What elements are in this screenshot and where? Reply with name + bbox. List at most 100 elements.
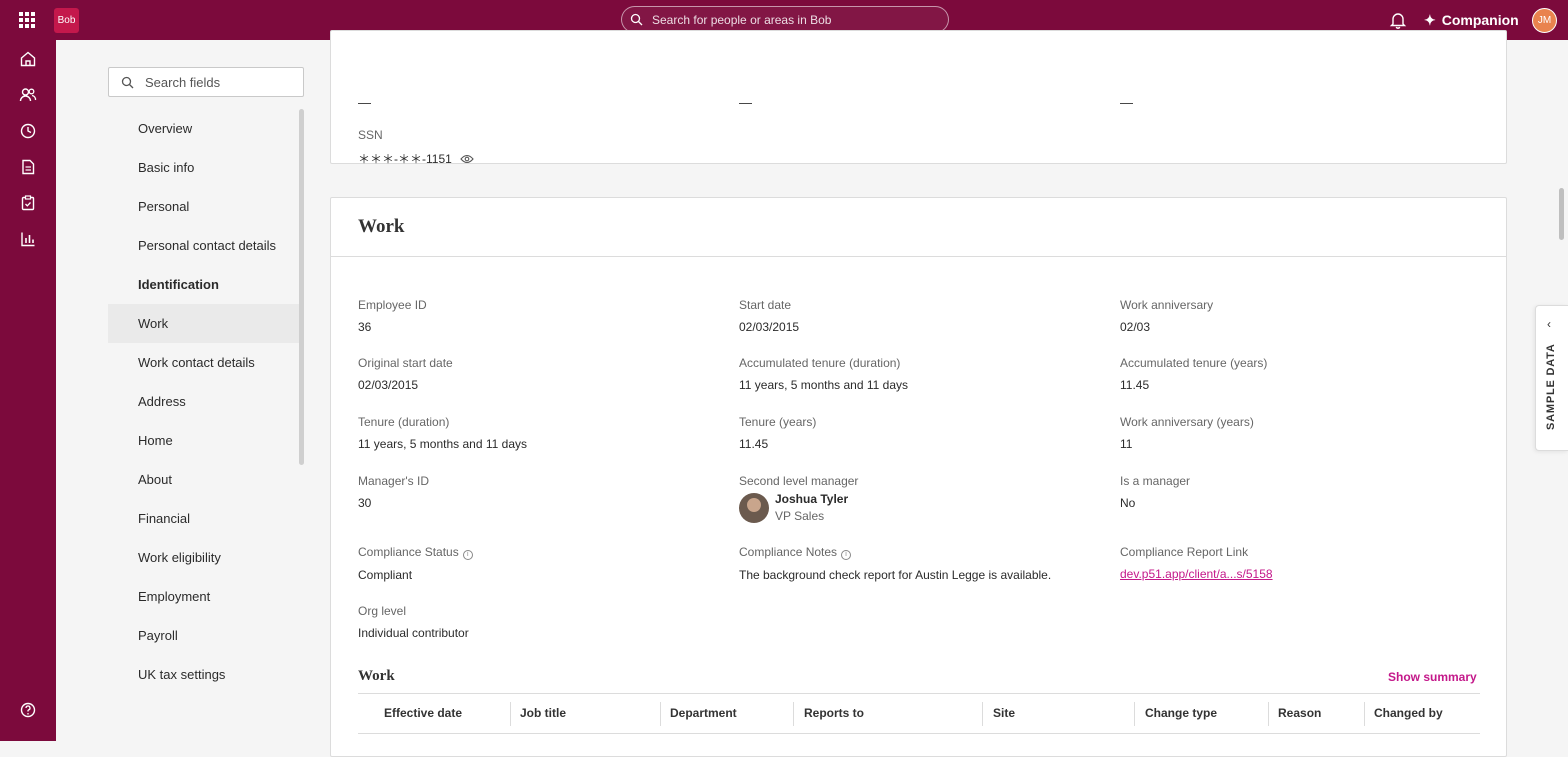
field-label: Work anniversary [1120,298,1214,312]
column-header-site[interactable]: Site [993,706,1015,720]
notifications-bell-icon[interactable] [1389,11,1407,29]
fields-nav-item-financial[interactable]: Financial [108,499,300,538]
fields-nav-item-employment[interactable]: Employment [108,577,300,616]
column-divider [793,702,794,726]
column-header-reason[interactable]: Reason [1278,706,1321,720]
sample-data-label: SAMPLE DATA [1545,343,1557,430]
tenure-years-field: Tenure (years) 11.45 [739,415,816,451]
fields-nav-item-work-contact-details[interactable]: Work contact details [108,343,300,382]
sparkle-icon: ✦ [1424,12,1436,28]
fields-nav-scrollbar[interactable] [299,109,304,465]
fields-nav-item-personal-contact-details[interactable]: Personal contact details [108,226,300,265]
field-value: 36 [358,320,372,334]
fields-nav-item-work-eligibility[interactable]: Work eligibility [108,538,300,577]
compliance-status-field: Compliance Status i Compliant [358,545,473,582]
field-label: Is a manager [1120,474,1191,488]
start-date-field: Start date 02/03/2015 [739,298,799,334]
column-header-reports-to[interactable]: Reports to [804,706,864,720]
search-icon [121,76,134,89]
fields-nav-item-about[interactable]: About [108,460,300,499]
field-value: 11.45 [739,437,769,451]
compliance-report-link[interactable]: dev.p51.app/client/a...s/5158 [1120,567,1273,581]
employee-id-field: Employee ID 36 [358,298,427,334]
tasks-icon[interactable] [19,194,37,212]
info-icon[interactable]: i [841,550,852,560]
people-icon[interactable] [19,86,37,104]
accumulated-tenure-years-field: Accumulated tenure (years) 11.45 [1120,356,1267,392]
tenure-duration-field: Tenure (duration) 11 years, 5 months and… [358,415,527,451]
page-scrollbar[interactable] [1559,188,1564,240]
original-start-date-field: Original start date 02/03/2015 [358,356,453,392]
column-header-changed-by[interactable]: Changed by [1374,706,1443,720]
fields-nav-item-home[interactable]: Home [108,421,300,460]
fields-nav-item-overview[interactable]: Overview [108,109,300,148]
column-divider [1134,702,1135,726]
field-label: Original start date [358,356,453,370]
column-header-department[interactable]: Department [670,706,737,720]
main-content: Search fields Overview Basic info Personal… [56,30,1568,757]
global-search-input[interactable]: Search for people or areas in Bob [621,6,949,33]
column-header-change-type[interactable]: Change type [1145,706,1217,720]
column-header-job-title[interactable]: Job title [520,706,566,720]
work-section-title: Work [358,216,405,237]
apps-grid-icon[interactable] [19,12,35,28]
field-value: Compliant [358,568,413,582]
field-label: Tenure (years) [739,415,817,429]
field-value: 11 years, 5 months and 11 days [739,378,908,392]
info-icon[interactable]: i [462,550,473,560]
column-divider [660,702,661,726]
field-value: 30 [358,496,372,510]
field-label: Employee ID [358,298,427,312]
documents-icon[interactable] [19,158,37,176]
chevron-left-icon: ‹ [1547,317,1551,331]
fields-nav-item-basic-info[interactable]: Basic info [108,148,300,187]
user-avatar[interactable]: JM [1532,8,1557,33]
fields-nav-item-personal[interactable]: Personal [108,187,300,226]
fields-nav-item-address[interactable]: Address [108,382,300,421]
companion-label: Companion [1441,12,1519,28]
sample-data-tab[interactable]: ‹ SAMPLE DATA [1535,305,1568,451]
show-summary-button[interactable]: Show summary [1388,670,1477,684]
field-label: Start date [739,298,792,312]
field-value: 11 years, 5 months and 11 days [358,437,527,451]
fields-nav-item-work[interactable]: Work [108,304,300,343]
home-icon[interactable] [19,50,37,68]
ssn-value: ＊＊＊-＊＊-1151 [358,152,452,166]
field-value: No [1120,496,1136,510]
field-label: Compliance Report Link [1120,545,1249,559]
column-header-effective-date[interactable]: Effective date [384,706,462,720]
fields-nav-item-payroll[interactable]: Payroll [108,616,300,655]
work-card: Work Employee ID 36 Start date 02/03/201… [330,197,1507,757]
field-label: Compliance Notes i [739,545,1051,560]
companion-button[interactable]: ✦ Companion [1424,12,1519,29]
field-label: Work anniversary (years) [1120,415,1254,429]
field-value: 02/03/2015 [358,378,419,392]
help-icon[interactable] [19,701,37,719]
column-divider [982,702,983,726]
field-value: 11.45 [1120,378,1150,392]
eye-icon[interactable] [460,154,474,164]
time-icon[interactable] [19,122,37,140]
field-label: Compliance Status i [358,545,473,560]
field-label-text: Compliance Notes [739,545,838,559]
compliance-report-link-field: Compliance Report Link dev.p51.app/clien… [1120,545,1273,581]
field-label: Accumulated tenure (years) [1120,356,1268,370]
is-manager-field: Is a manager No [1120,474,1190,510]
search-icon [630,13,643,26]
work-history-table-header: Effective date Job title Department Repo… [358,693,1480,734]
main-sidenav [0,40,56,741]
field-label: Accumulated tenure (duration) [739,356,901,370]
bob-logo[interactable]: Bob [54,8,79,33]
manager-role: VP Sales [775,509,825,523]
manager-chip[interactable]: Joshua Tyler VP Sales [739,492,858,523]
fields-search-input[interactable]: Search fields [108,67,304,97]
fields-nav-item-uk-tax-settings[interactable]: UK tax settings [108,655,300,694]
field-value: 11 [1120,437,1133,451]
field-value-dash: — [1120,95,1133,110]
compliance-notes-field: Compliance Notes i The background check r… [739,545,1051,582]
ssn-label: SSN [358,128,383,142]
column-divider [510,702,511,726]
fields-nav-item-identification[interactable]: Identification [108,265,300,304]
field-label: Manager's ID [358,474,429,488]
analytics-icon[interactable] [19,230,37,248]
